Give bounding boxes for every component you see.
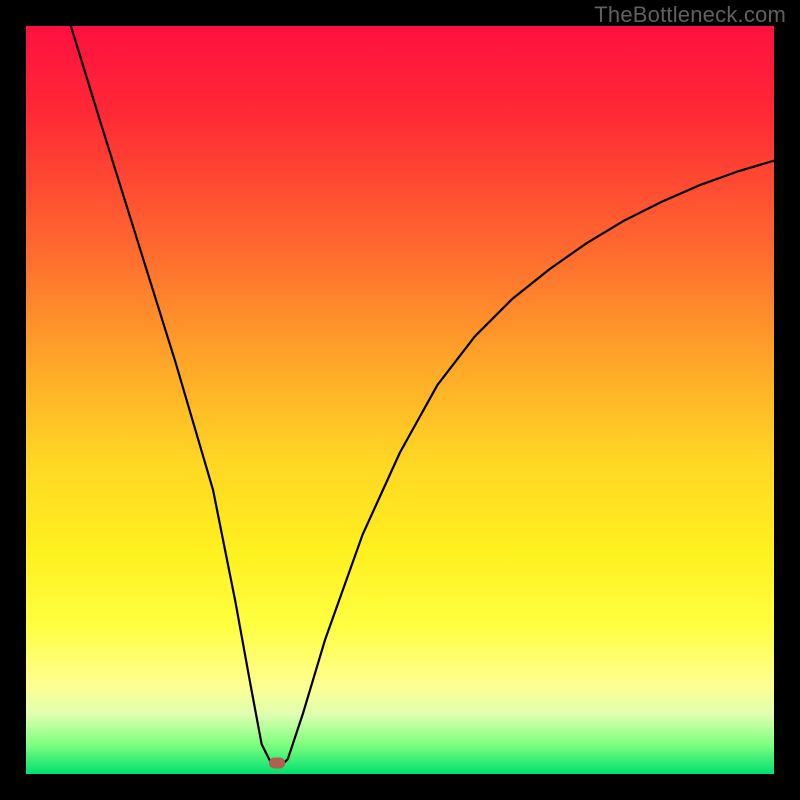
chart-frame: TheBottleneck.com (0, 0, 800, 800)
line-path (71, 26, 774, 767)
watermark-text: TheBottleneck.com (594, 2, 786, 28)
minimum-marker (269, 757, 285, 768)
curve-svg (26, 26, 774, 774)
plot-area (26, 26, 774, 774)
